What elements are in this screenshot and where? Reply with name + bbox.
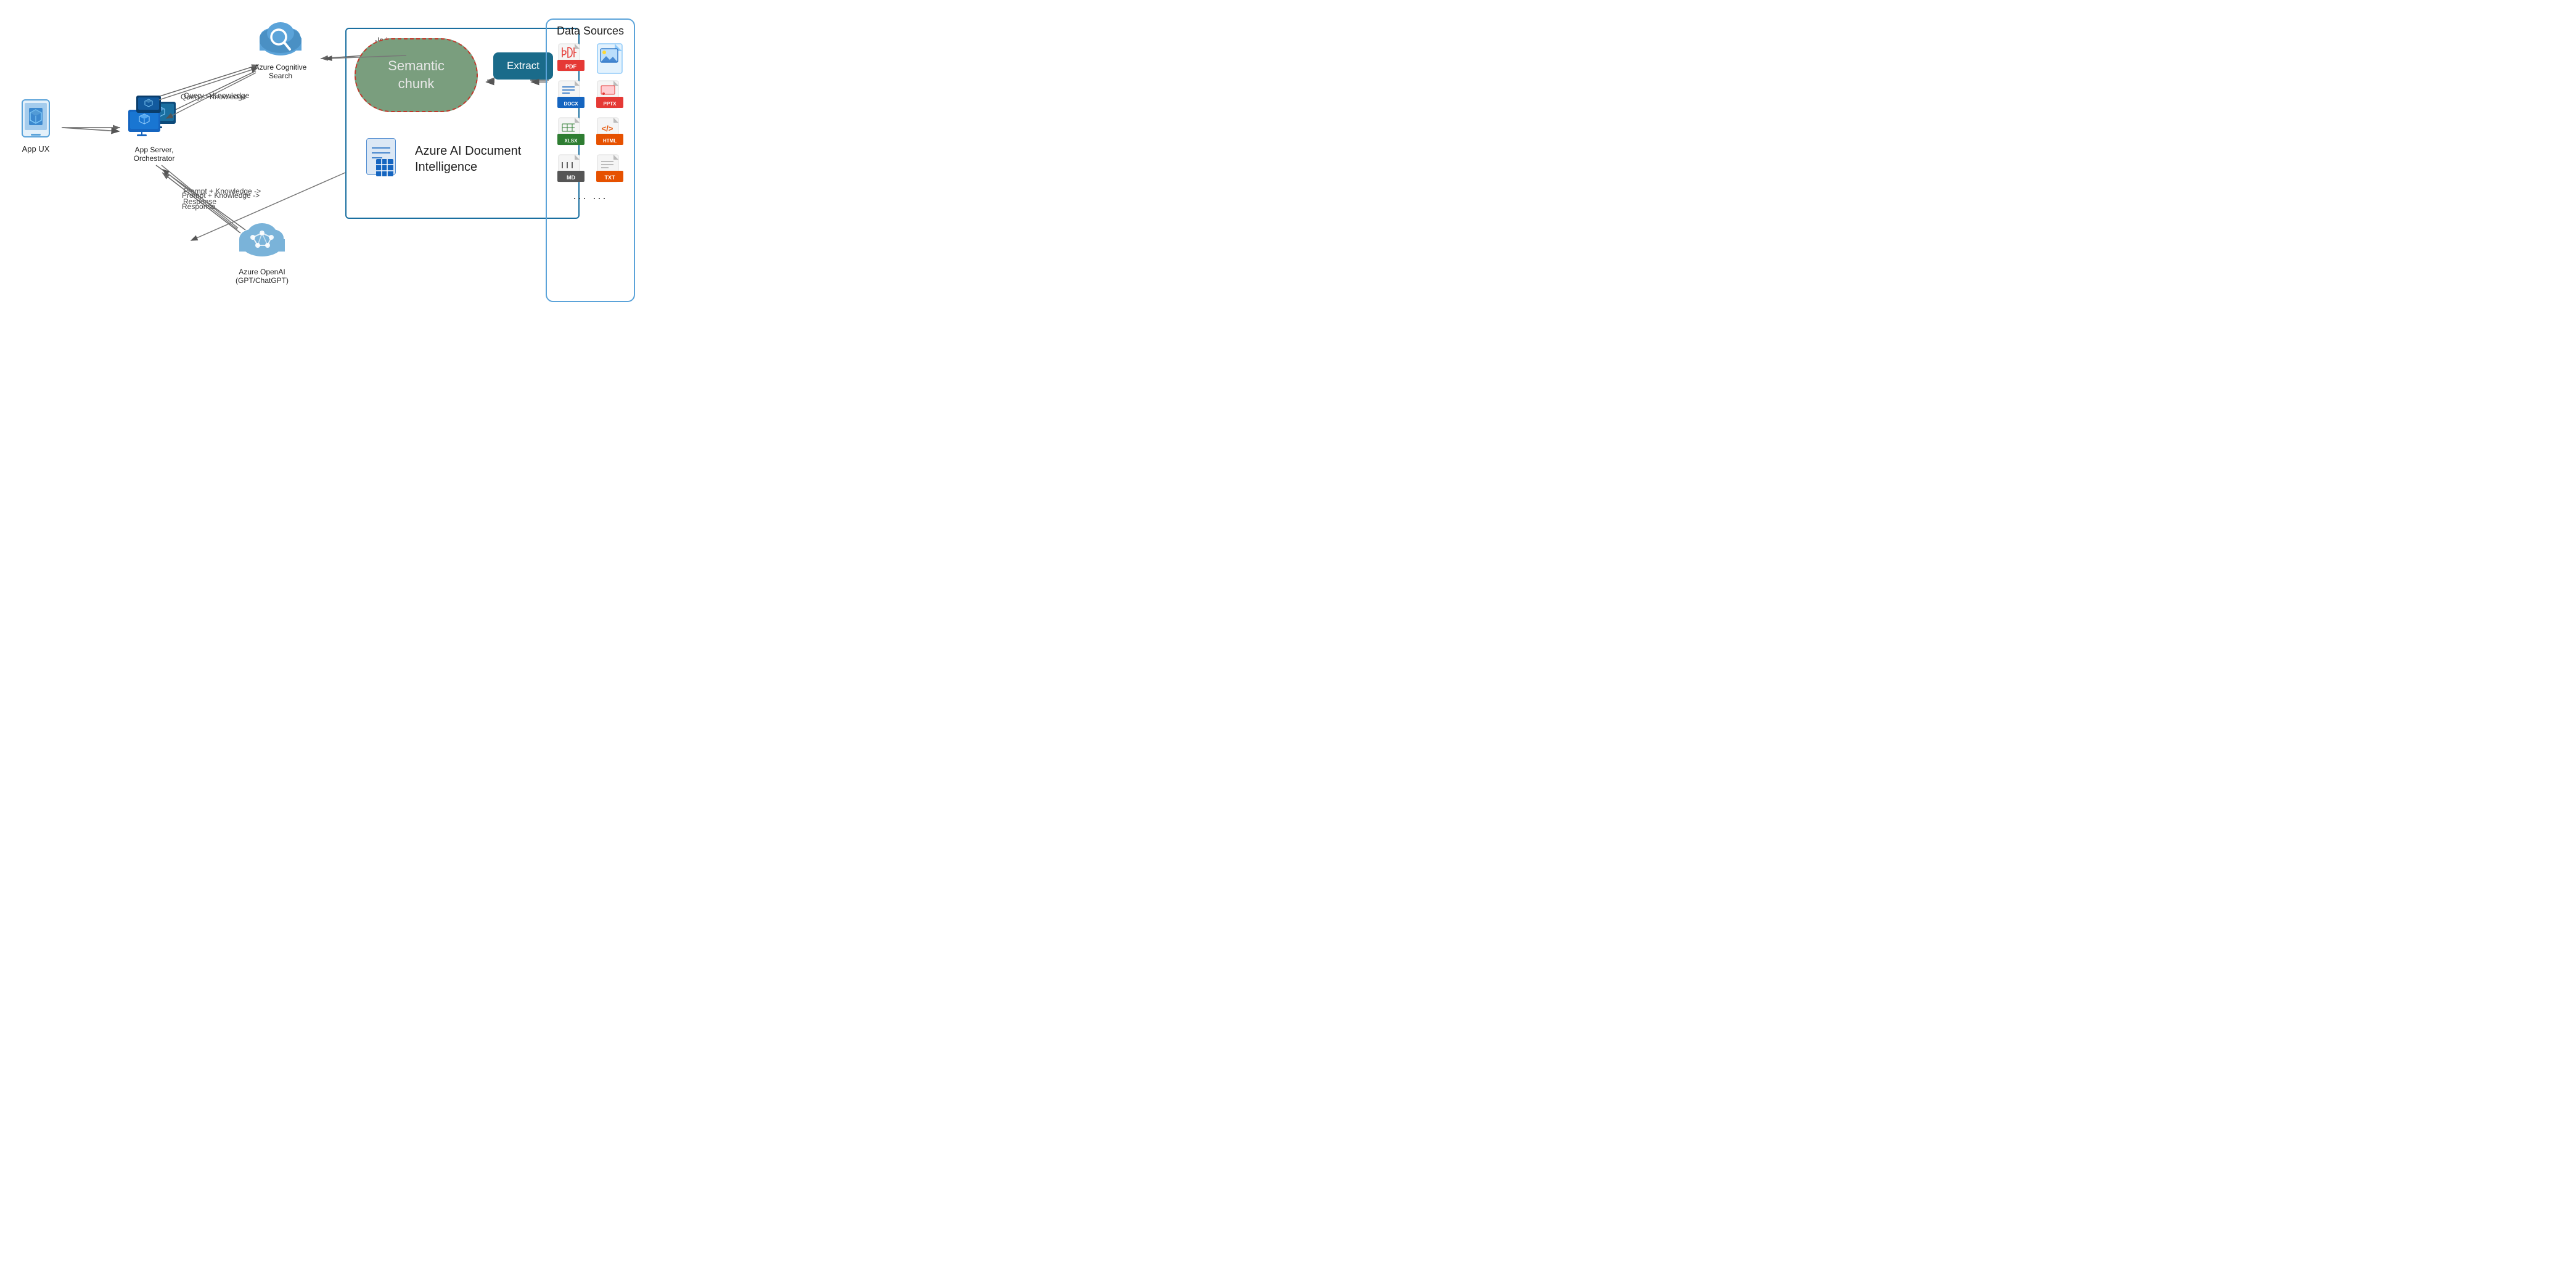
txt-icon-item: TXT <box>594 154 627 186</box>
azure-openai: Azure OpenAI (GPT/ChatGPT) <box>219 216 305 285</box>
app-server: App Server, Orchestrator <box>120 89 188 163</box>
cognitive-search-label: Azure Cognitive Search <box>255 63 307 80</box>
cognitive-search-icon <box>256 17 305 60</box>
docx-icon-item: DOCX <box>554 80 588 112</box>
diagram: Index Query ->Knowledge Prompt + Knowled… <box>0 0 644 316</box>
query-knowledge-label: Query ->Knowledge <box>181 92 261 101</box>
svg-text:</>: </> <box>602 124 613 133</box>
doc-intelligence: Azure AI Document Intelligence <box>364 136 521 182</box>
docx-file-icon: DOCX <box>557 80 585 112</box>
pptx-icon-item: PPTX <box>594 80 627 112</box>
md-icon-item: MD <box>554 154 588 186</box>
cognitive-search: Azure Cognitive Search <box>240 17 321 80</box>
doc-intelligence-text: Azure AI Document Intelligence <box>415 143 521 175</box>
svg-text:PPTX: PPTX <box>604 101 617 107</box>
openai-icon <box>234 216 290 265</box>
svg-text:DOCX: DOCX <box>564 101 578 107</box>
xlsx-file-icon: XLSX <box>557 117 585 149</box>
data-sources-title: Data Sources <box>557 25 624 38</box>
semantic-chunk-text: Semantic chunk <box>382 51 451 99</box>
svg-text:PDF: PDF <box>565 63 577 70</box>
pptx-file-icon: PPTX <box>596 80 623 112</box>
xlsx-icon-item: XLSX <box>554 117 588 149</box>
pdf-file-icon: PDF <box>557 43 585 75</box>
tablet-icon <box>20 99 52 141</box>
svg-text:HTML: HTML <box>603 138 617 144</box>
svg-text:TXT: TXT <box>605 174 616 181</box>
app-server-label: App Server, Orchestrator <box>134 145 175 163</box>
doc-intelligence-icon <box>364 136 404 182</box>
monitor-stack-icon <box>125 89 184 142</box>
extract-button[interactable]: Extract <box>493 52 553 80</box>
app-ux: App UX <box>11 99 60 154</box>
svg-text:XLSX: XLSX <box>564 138 578 144</box>
semantic-chunk: Semantic chunk <box>355 38 478 112</box>
html-icon-item: HTML </> <box>594 117 627 149</box>
svg-text:MD: MD <box>567 174 575 181</box>
pdf-icon-item: PDF <box>554 43 588 75</box>
prompt-knowledge-label: Prompt + Knowledge ->Response <box>182 190 268 212</box>
data-sources-container: Data Sources PDF <box>546 18 635 302</box>
app-ux-label: App UX <box>22 144 50 154</box>
html-file-icon: HTML </> <box>596 117 623 149</box>
openai-label: Azure OpenAI (GPT/ChatGPT) <box>236 268 289 285</box>
ellipsis-label: ... ... <box>573 189 607 202</box>
image-file-icon <box>596 43 623 75</box>
md-file-icon: MD <box>557 154 585 186</box>
image-icon-item <box>594 43 627 75</box>
file-icons-grid: PDF <box>551 43 630 186</box>
txt-file-icon: TXT <box>596 154 623 186</box>
